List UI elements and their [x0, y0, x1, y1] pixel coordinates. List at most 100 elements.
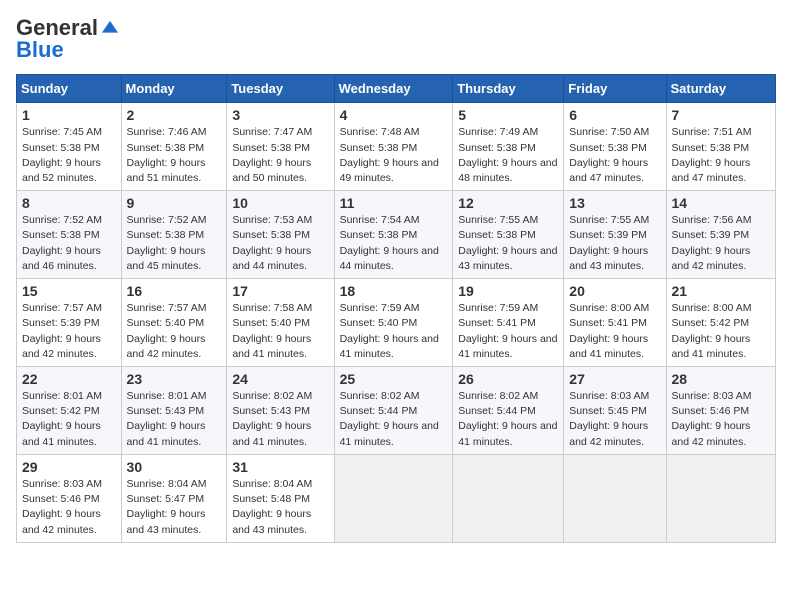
sunset-label: Sunset: 5:40 PM	[340, 317, 418, 329]
day-number: 18	[340, 283, 448, 299]
calendar-cell: 21 Sunrise: 8:00 AM Sunset: 5:42 PM Dayl…	[666, 279, 775, 367]
sunrise-label: Sunrise: 7:52 AM	[22, 214, 102, 226]
day-number: 4	[340, 107, 448, 123]
daylight-label: Daylight: 9 hours and 49 minutes.	[340, 157, 439, 184]
sunset-label: Sunset: 5:43 PM	[232, 405, 310, 417]
day-info: Sunrise: 7:53 AM Sunset: 5:38 PM Dayligh…	[232, 213, 328, 274]
weekday-header-wednesday: Wednesday	[334, 75, 453, 103]
day-number: 26	[458, 371, 558, 387]
day-number: 14	[672, 195, 770, 211]
calendar-cell: 7 Sunrise: 7:51 AM Sunset: 5:38 PM Dayli…	[666, 103, 775, 191]
day-number: 21	[672, 283, 770, 299]
sunset-label: Sunset: 5:47 PM	[127, 493, 205, 505]
sunset-label: Sunset: 5:40 PM	[232, 317, 310, 329]
day-info: Sunrise: 7:57 AM Sunset: 5:39 PM Dayligh…	[22, 301, 116, 362]
sunset-label: Sunset: 5:46 PM	[22, 493, 100, 505]
daylight-label: Daylight: 9 hours and 44 minutes.	[340, 245, 439, 272]
sunrise-label: Sunrise: 7:51 AM	[672, 126, 752, 138]
sunset-label: Sunset: 5:38 PM	[672, 142, 750, 154]
day-number: 2	[127, 107, 222, 123]
daylight-label: Daylight: 9 hours and 47 minutes.	[569, 157, 648, 184]
daylight-label: Daylight: 9 hours and 41 minutes.	[458, 333, 557, 360]
calendar-cell: 5 Sunrise: 7:49 AM Sunset: 5:38 PM Dayli…	[453, 103, 564, 191]
sunrise-label: Sunrise: 8:00 AM	[672, 302, 752, 314]
sunrise-label: Sunrise: 7:55 AM	[569, 214, 649, 226]
calendar-cell: 28 Sunrise: 8:03 AM Sunset: 5:46 PM Dayl…	[666, 367, 775, 455]
sunset-label: Sunset: 5:38 PM	[340, 229, 418, 241]
day-info: Sunrise: 8:01 AM Sunset: 5:42 PM Dayligh…	[22, 389, 116, 450]
day-info: Sunrise: 7:48 AM Sunset: 5:38 PM Dayligh…	[340, 125, 448, 186]
sunrise-label: Sunrise: 7:52 AM	[127, 214, 207, 226]
day-info: Sunrise: 8:01 AM Sunset: 5:43 PM Dayligh…	[127, 389, 222, 450]
daylight-label: Daylight: 9 hours and 46 minutes.	[22, 245, 101, 272]
sunrise-label: Sunrise: 8:04 AM	[127, 478, 207, 490]
daylight-label: Daylight: 9 hours and 44 minutes.	[232, 245, 311, 272]
day-info: Sunrise: 7:56 AM Sunset: 5:39 PM Dayligh…	[672, 213, 770, 274]
sunrise-label: Sunrise: 8:03 AM	[22, 478, 102, 490]
day-number: 13	[569, 195, 660, 211]
calendar-cell: 14 Sunrise: 7:56 AM Sunset: 5:39 PM Dayl…	[666, 191, 775, 279]
daylight-label: Daylight: 9 hours and 52 minutes.	[22, 157, 101, 184]
sunrise-label: Sunrise: 7:47 AM	[232, 126, 312, 138]
daylight-label: Daylight: 9 hours and 42 minutes.	[22, 508, 101, 535]
week-row-4: 22 Sunrise: 8:01 AM Sunset: 5:42 PM Dayl…	[17, 367, 776, 455]
sunset-label: Sunset: 5:39 PM	[569, 229, 647, 241]
sunrise-label: Sunrise: 7:58 AM	[232, 302, 312, 314]
daylight-label: Daylight: 9 hours and 41 minutes.	[569, 333, 648, 360]
calendar-cell	[334, 454, 453, 542]
sunset-label: Sunset: 5:44 PM	[340, 405, 418, 417]
week-row-3: 15 Sunrise: 7:57 AM Sunset: 5:39 PM Dayl…	[17, 279, 776, 367]
calendar-cell	[666, 454, 775, 542]
day-info: Sunrise: 7:58 AM Sunset: 5:40 PM Dayligh…	[232, 301, 328, 362]
day-number: 16	[127, 283, 222, 299]
day-info: Sunrise: 8:00 AM Sunset: 5:42 PM Dayligh…	[672, 301, 770, 362]
sunrise-label: Sunrise: 8:03 AM	[569, 390, 649, 402]
calendar-cell: 25 Sunrise: 8:02 AM Sunset: 5:44 PM Dayl…	[334, 367, 453, 455]
sunrise-label: Sunrise: 8:01 AM	[127, 390, 207, 402]
sunset-label: Sunset: 5:48 PM	[232, 493, 310, 505]
day-number: 6	[569, 107, 660, 123]
daylight-label: Daylight: 9 hours and 50 minutes.	[232, 157, 311, 184]
day-number: 22	[22, 371, 116, 387]
logo: General Blue	[16, 16, 122, 62]
daylight-label: Daylight: 9 hours and 41 minutes.	[127, 420, 206, 447]
calendar-cell: 22 Sunrise: 8:01 AM Sunset: 5:42 PM Dayl…	[17, 367, 122, 455]
day-info: Sunrise: 8:03 AM Sunset: 5:45 PM Dayligh…	[569, 389, 660, 450]
day-info: Sunrise: 7:57 AM Sunset: 5:40 PM Dayligh…	[127, 301, 222, 362]
calendar-cell: 10 Sunrise: 7:53 AM Sunset: 5:38 PM Dayl…	[227, 191, 334, 279]
calendar-cell: 13 Sunrise: 7:55 AM Sunset: 5:39 PM Dayl…	[564, 191, 666, 279]
daylight-label: Daylight: 9 hours and 42 minutes.	[672, 420, 751, 447]
calendar-cell: 29 Sunrise: 8:03 AM Sunset: 5:46 PM Dayl…	[17, 454, 122, 542]
daylight-label: Daylight: 9 hours and 47 minutes.	[672, 157, 751, 184]
daylight-label: Daylight: 9 hours and 42 minutes.	[569, 420, 648, 447]
sunrise-label: Sunrise: 7:45 AM	[22, 126, 102, 138]
calendar-table: SundayMondayTuesdayWednesdayThursdayFrid…	[16, 74, 776, 542]
sunrise-label: Sunrise: 7:56 AM	[672, 214, 752, 226]
day-number: 3	[232, 107, 328, 123]
day-number: 31	[232, 459, 328, 475]
week-row-5: 29 Sunrise: 8:03 AM Sunset: 5:46 PM Dayl…	[17, 454, 776, 542]
calendar-cell: 23 Sunrise: 8:01 AM Sunset: 5:43 PM Dayl…	[121, 367, 227, 455]
calendar-cell: 8 Sunrise: 7:52 AM Sunset: 5:38 PM Dayli…	[17, 191, 122, 279]
sunrise-label: Sunrise: 7:46 AM	[127, 126, 207, 138]
daylight-label: Daylight: 9 hours and 51 minutes.	[127, 157, 206, 184]
weekday-header-monday: Monday	[121, 75, 227, 103]
sunset-label: Sunset: 5:41 PM	[458, 317, 536, 329]
day-number: 30	[127, 459, 222, 475]
day-number: 12	[458, 195, 558, 211]
day-number: 20	[569, 283, 660, 299]
page-header: General Blue	[16, 16, 776, 62]
calendar-cell: 19 Sunrise: 7:59 AM Sunset: 5:41 PM Dayl…	[453, 279, 564, 367]
daylight-label: Daylight: 9 hours and 43 minutes.	[458, 245, 557, 272]
day-number: 15	[22, 283, 116, 299]
sunrise-label: Sunrise: 7:49 AM	[458, 126, 538, 138]
sunrise-label: Sunrise: 8:04 AM	[232, 478, 312, 490]
sunrise-label: Sunrise: 8:03 AM	[672, 390, 752, 402]
day-number: 27	[569, 371, 660, 387]
sunrise-label: Sunrise: 7:57 AM	[22, 302, 102, 314]
sunrise-label: Sunrise: 8:01 AM	[22, 390, 102, 402]
day-info: Sunrise: 8:04 AM Sunset: 5:47 PM Dayligh…	[127, 477, 222, 538]
calendar-cell: 30 Sunrise: 8:04 AM Sunset: 5:47 PM Dayl…	[121, 454, 227, 542]
day-number: 23	[127, 371, 222, 387]
day-number: 11	[340, 195, 448, 211]
